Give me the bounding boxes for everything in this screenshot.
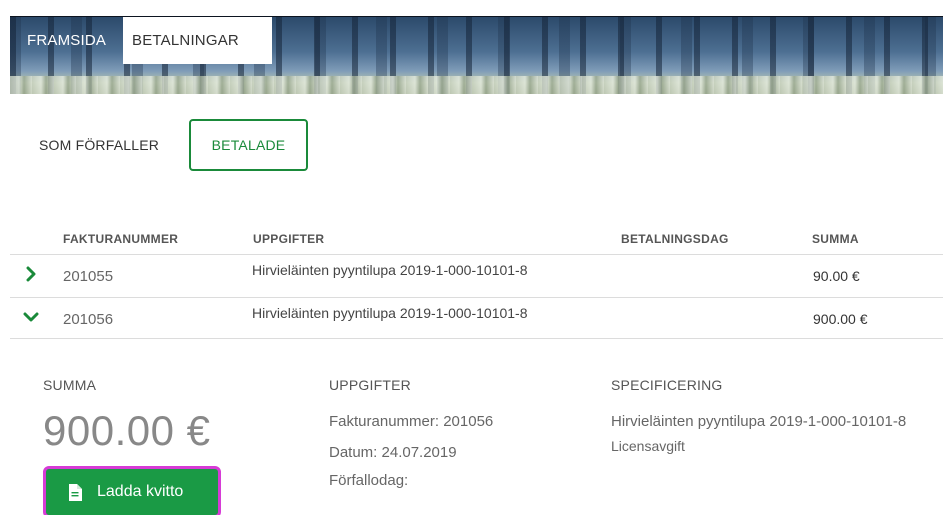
table-row[interactable]: 201056 Hirvieläinten pyyntilupa 2019-1-0… bbox=[10, 297, 943, 339]
column-header-details: UPPGIFTER bbox=[253, 232, 325, 246]
detail-due-date: Förfallodag: bbox=[329, 472, 409, 489]
invoice-sum: 90.00 € bbox=[813, 268, 860, 284]
detail-date: Datum: 24.07.2019 bbox=[329, 444, 457, 461]
column-header-payment-day: BETALNINGSDAG bbox=[621, 232, 729, 246]
column-header-invoice: FAKTURANUMMER bbox=[63, 232, 179, 246]
subtab-paid[interactable]: BETALADE bbox=[189, 119, 308, 171]
detail-info-label: UPPGIFTER bbox=[329, 377, 411, 393]
tab-payments[interactable]: BETALNINGAR bbox=[123, 17, 272, 64]
download-receipt-button[interactable]: Ladda kvitto bbox=[43, 466, 221, 515]
invoice-number: 201056 bbox=[63, 311, 114, 328]
detail-spec-line: Licensavgift bbox=[611, 438, 685, 454]
invoice-sum: 900.00 € bbox=[813, 311, 868, 327]
tab-home[interactable]: FRAMSIDA bbox=[27, 17, 106, 64]
document-icon bbox=[69, 483, 82, 501]
detail-spec-line: Hirvieläinten pyyntilupa 2019-1-000-1010… bbox=[611, 413, 907, 430]
invoice-number: 201055 bbox=[63, 268, 114, 285]
detail-spec-label: SPECIFICERING bbox=[611, 377, 723, 393]
download-receipt-label: Ladda kvitto bbox=[97, 483, 184, 500]
chevron-right-icon[interactable] bbox=[23, 266, 39, 282]
table-row[interactable]: 201055 Hirvieläinten pyyntilupa 2019-1-0… bbox=[10, 254, 943, 296]
invoice-details: Hirvieläinten pyyntilupa 2019-1-000-1010… bbox=[252, 305, 528, 321]
detail-sum-value: 900.00 € bbox=[43, 407, 211, 454]
invoice-details: Hirvieläinten pyyntilupa 2019-1-000-1010… bbox=[252, 262, 528, 278]
detail-sum-label: SUMMA bbox=[43, 377, 97, 393]
chevron-down-icon[interactable] bbox=[23, 309, 39, 325]
subtab-due[interactable]: SOM FÖRFALLER bbox=[39, 119, 159, 171]
payments-page: FRAMSIDA BETALNINGAR SOM FÖRFALLER BETAL… bbox=[0, 0, 943, 515]
detail-invoice-number: Fakturanummer: 201056 bbox=[329, 413, 494, 430]
banner-image bbox=[10, 76, 943, 94]
column-header-sum: SUMMA bbox=[812, 232, 859, 246]
header-banner: FRAMSIDA BETALNINGAR bbox=[10, 16, 943, 94]
